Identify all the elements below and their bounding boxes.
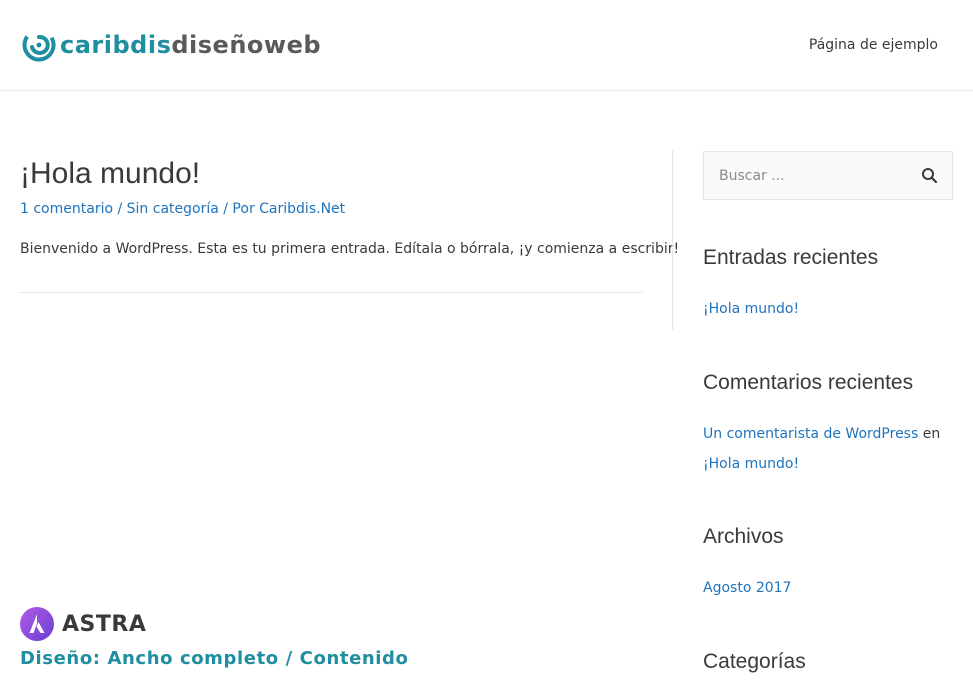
- layout-caption: Diseño: Ancho completo / Contenido: [20, 648, 409, 669]
- widget-title-recent-comments: Comentarios recientes: [703, 371, 914, 394]
- astra-logo-icon: [20, 607, 54, 641]
- recent-comment-item: Un comentarista de WordPress en: [703, 426, 940, 442]
- search-input[interactable]: [704, 152, 904, 199]
- article-divider: [20, 292, 642, 293]
- logo-wordmark: caribdisdiseñoweb: [60, 33, 321, 57]
- widget-title-categories: Categorías: [703, 650, 806, 673]
- recent-post-link[interactable]: ¡Hola mundo!: [703, 301, 799, 317]
- post-meta: 1 comentario / Sin categoría / Por Carib…: [20, 199, 642, 219]
- post-comments-link[interactable]: 1 comentario: [20, 201, 113, 217]
- meta-author-prefix: / Por: [218, 201, 260, 217]
- site-header: caribdisdiseñoweb Página de ejemplo: [0, 0, 973, 91]
- post-author-link[interactable]: Caribdis.Net: [259, 201, 345, 217]
- nav-link-sample-page[interactable]: Página de ejemplo: [809, 37, 938, 53]
- widget-title-recent-posts: Entradas recientes: [703, 246, 879, 269]
- widget-title-archives: Archivos: [703, 525, 784, 548]
- astra-badge: ASTRA: [20, 607, 146, 641]
- post-category-link[interactable]: Sin categoría: [127, 201, 219, 217]
- post-article: ¡Hola mundo! 1 comentario / Sin categorí…: [20, 155, 680, 259]
- archive-link[interactable]: Agosto 2017: [703, 580, 791, 596]
- search-form: [703, 151, 953, 200]
- logo-text-part1: caribdis: [60, 31, 172, 59]
- logo-swirl-icon: [22, 28, 56, 62]
- comment-post-link[interactable]: ¡Hola mundo!: [703, 456, 799, 472]
- post-title[interactable]: ¡Hola mundo!: [20, 155, 642, 193]
- comment-connector: en: [918, 426, 941, 442]
- meta-separator: /: [113, 201, 127, 217]
- comment-author-link[interactable]: Un comentarista de WordPress: [703, 426, 918, 442]
- sidebar-divider: [672, 150, 673, 330]
- logo-text-part2: diseñoweb: [171, 31, 322, 59]
- search-icon[interactable]: [920, 166, 940, 186]
- post-content: Bienvenido a WordPress. Esta es tu prime…: [20, 241, 680, 257]
- astra-name: ASTRA: [62, 611, 147, 637]
- site-logo[interactable]: caribdisdiseñoweb: [22, 27, 321, 63]
